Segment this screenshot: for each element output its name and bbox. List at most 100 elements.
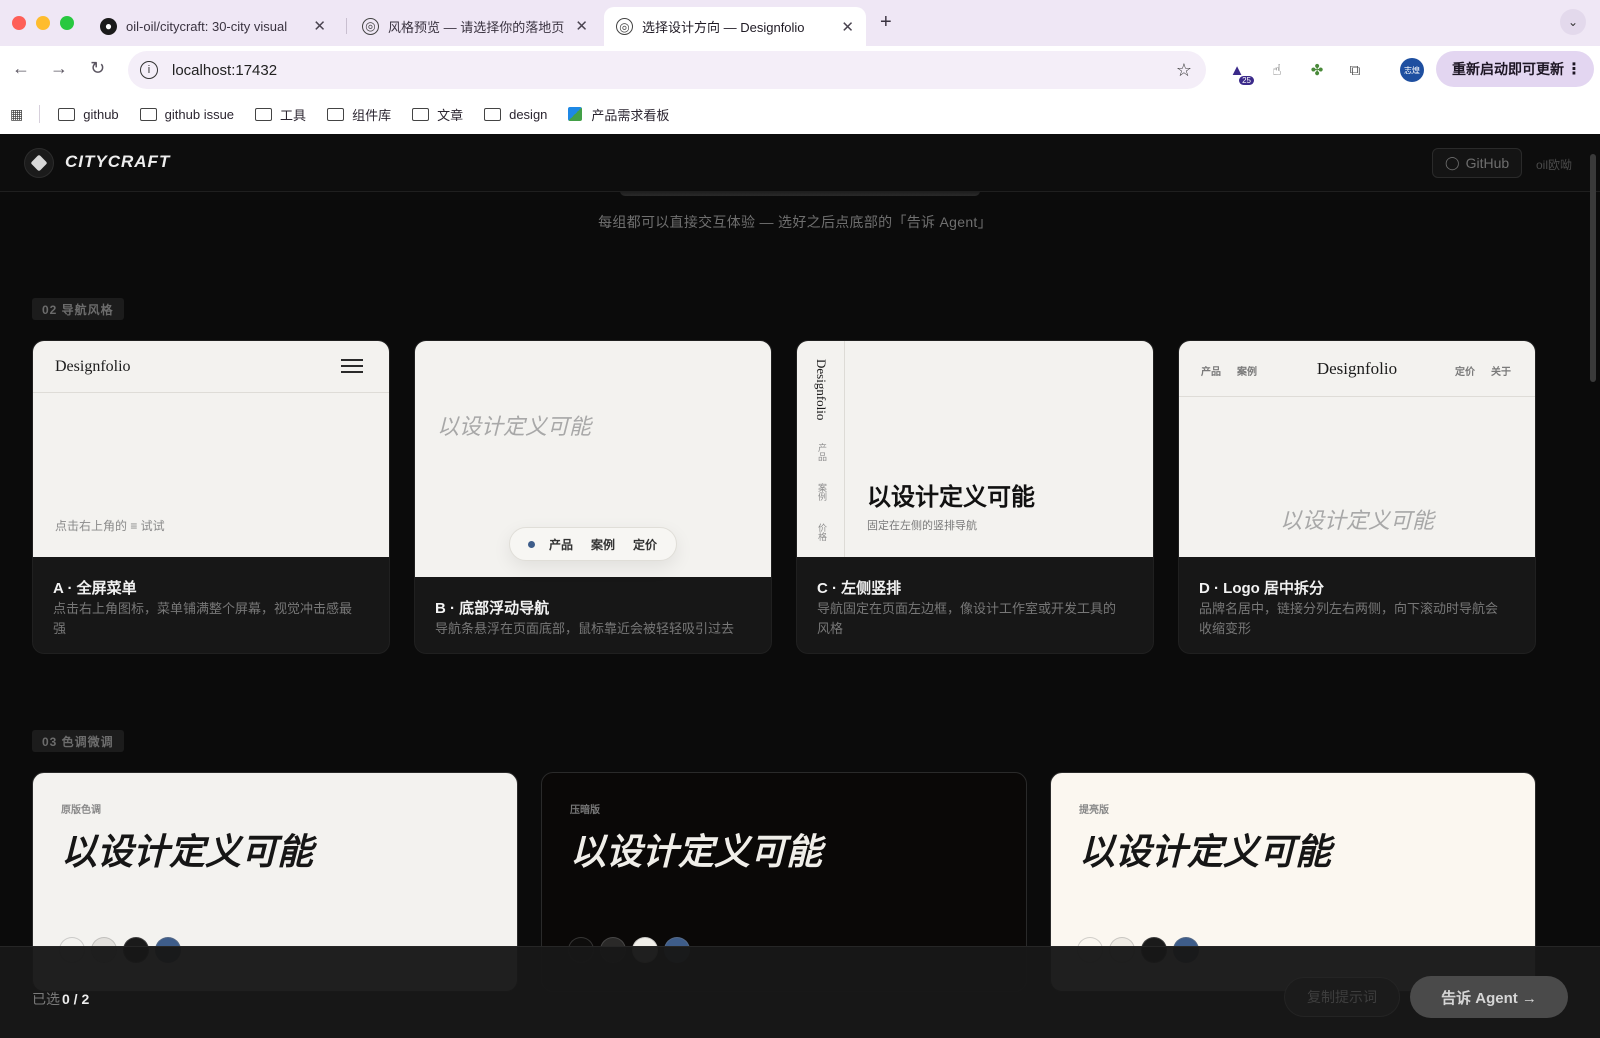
bookmark-label: 产品需求看板 bbox=[591, 107, 670, 123]
reload-icon[interactable]: ↻ bbox=[90, 58, 105, 79]
side-item-pricing[interactable]: 价格 bbox=[816, 523, 829, 541]
extensions-puzzle-icon[interactable]: ⧉ bbox=[1344, 59, 1366, 81]
copy-prompt-button[interactable]: 复制提示词 bbox=[1284, 977, 1400, 1017]
logo-cube-icon[interactable] bbox=[24, 148, 54, 178]
section-tag-tone: 03 色调微调 bbox=[32, 730, 124, 752]
side-item-cases[interactable]: 案例 bbox=[816, 483, 829, 501]
floating-nav-pill[interactable]: 产品 案例 定价 bbox=[509, 527, 677, 561]
preview-hint: 点击右上角的 ≡ 试试 bbox=[55, 519, 165, 533]
card-description: 点击右上角图标，菜单铺满整个屏幕，视觉冲击感最强 bbox=[53, 601, 353, 636]
bookmark-label: github bbox=[83, 106, 119, 122]
close-icon[interactable]: ✕ bbox=[841, 18, 854, 36]
nav-option-card-b[interactable]: 以设计定义可能 产品 案例 定价 B · 底部浮动导航 导航条悬浮在页面底部，鼠… bbox=[414, 340, 772, 654]
tab-style-preview[interactable]: ◎ 风格预览 — 请选择你的落地页 ✕ bbox=[350, 8, 600, 44]
bookmark-star-icon[interactable]: ☆ bbox=[1176, 60, 1192, 81]
bookmark-articles[interactable]: 文章 bbox=[412, 105, 463, 124]
section-tag-nav: 02 导航风格 bbox=[32, 298, 124, 320]
info-icon[interactable]: i bbox=[140, 61, 158, 79]
side-item-product[interactable]: 产品 bbox=[816, 443, 829, 461]
nav-option-card-a[interactable]: Designfolio 点击右上角的 ≡ 试试 A · 全屏菜单 点击右上角图标… bbox=[32, 340, 390, 654]
address-bar[interactable]: i localhost:17432 ☆ bbox=[128, 51, 1206, 89]
tell-agent-button[interactable]: 告诉 Agent → bbox=[1410, 976, 1568, 1018]
folder-icon bbox=[412, 107, 430, 121]
card-description: 导航固定在页面左边框，像设计工作室或开发工具的风格 bbox=[817, 601, 1117, 636]
globe-icon: ◎ bbox=[362, 17, 379, 35]
tab-designfolio[interactable]: ◎ 选择设计方向 — Designfolio ✕ bbox=[604, 7, 866, 46]
hamburger-icon[interactable] bbox=[341, 359, 363, 373]
minimize-window-icon[interactable] bbox=[36, 16, 50, 30]
site-logo[interactable]: CITYCRAFT bbox=[65, 152, 170, 172]
card-title: B · 底部浮动导航 bbox=[435, 600, 550, 617]
pill-item-product[interactable]: 产品 bbox=[549, 536, 573, 553]
card-preview[interactable]: 产品 案例 Designfolio 定价 关于 以设计定义可能 bbox=[1179, 341, 1535, 557]
card-preview[interactable]: 以设计定义可能 产品 案例 定价 bbox=[415, 341, 771, 577]
card-description: 品牌名居中，链接分列左右两侧，向下滚动时导航会收缩变形 bbox=[1199, 601, 1499, 636]
link-pricing[interactable]: 定价 bbox=[1455, 363, 1475, 378]
bookmark-components[interactable]: 组件库 bbox=[327, 105, 391, 124]
new-tab-icon[interactable]: + bbox=[880, 11, 892, 34]
tab-bar: ● oil-oil/citycraft: 30-city visual ✕ ◎ … bbox=[0, 0, 1600, 46]
preview-slogan: 以设计定义可能 bbox=[1279, 508, 1434, 533]
close-icon[interactable]: ✕ bbox=[575, 17, 588, 35]
tone-label: 压暗版 bbox=[570, 805, 600, 816]
nav-option-card-c[interactable]: Designfolio 产品 案例 价格 以设计定义可能 固定在左侧的竖排导航 … bbox=[796, 340, 1154, 654]
nav-option-card-d[interactable]: 产品 案例 Designfolio 定价 关于 以设计定义可能 D · Logo… bbox=[1178, 340, 1536, 654]
back-icon[interactable]: ← bbox=[12, 58, 30, 79]
selection-count: 已选 0 / 2 bbox=[32, 989, 89, 1009]
avatar[interactable]: 志煌 bbox=[1400, 58, 1424, 82]
preview-brand: Designfolio bbox=[814, 359, 829, 421]
tone-slogan: 以设计定义可能 bbox=[1079, 832, 1332, 872]
scrollbar-thumb[interactable] bbox=[1590, 154, 1596, 382]
browser-chrome: ● oil-oil/citycraft: 30-city visual ✕ ◎ … bbox=[0, 0, 1600, 134]
bookmark-tools[interactable]: 工具 bbox=[255, 105, 306, 124]
github-label: GitHub bbox=[1465, 155, 1510, 171]
card-preview[interactable]: Designfolio 点击右上角的 ≡ 试试 bbox=[33, 341, 389, 557]
tone-slogan: 以设计定义可能 bbox=[570, 832, 823, 872]
card-title: A · 全屏菜单 bbox=[53, 580, 137, 597]
tab-github[interactable]: ● oil-oil/citycraft: 30-city visual ✕ bbox=[88, 8, 338, 44]
extension-hat-icon[interactable]: ▲ 25 bbox=[1226, 59, 1254, 85]
preview-brand: Designfolio bbox=[55, 358, 131, 375]
more-icon[interactable]: ⋮ bbox=[1566, 59, 1582, 79]
author-name: oil欧呦 bbox=[1536, 158, 1573, 172]
tab-label: 风格预览 — 请选择你的落地页 bbox=[388, 19, 565, 35]
pill-item-pricing[interactable]: 定价 bbox=[633, 536, 657, 553]
forward-icon[interactable]: → bbox=[50, 58, 68, 79]
url-text[interactable]: localhost:17432 bbox=[172, 62, 277, 79]
card-title: C · 左侧竖排 bbox=[817, 580, 902, 597]
kanban-icon bbox=[568, 107, 583, 121]
folder-icon bbox=[484, 107, 502, 121]
github-button[interactable]: ◯ GitHub bbox=[1432, 148, 1523, 178]
chevron-down-icon[interactable]: ⌄ bbox=[1560, 9, 1586, 35]
extension-hand-icon[interactable]: ☝ bbox=[1266, 59, 1288, 81]
bookmark-design[interactable]: design bbox=[484, 107, 547, 122]
bookmark-label: 工具 bbox=[280, 107, 307, 123]
vertical-sidebar: Designfolio 产品 案例 价格 bbox=[797, 341, 845, 557]
selection-value: 0 / 2 bbox=[62, 991, 90, 1007]
preview-slogan: 以设计定义可能 bbox=[867, 485, 1035, 511]
preview-slogan: 以设计定义可能 bbox=[437, 414, 592, 439]
pill-item-cases[interactable]: 案例 bbox=[591, 536, 615, 553]
page-viewport: CITYCRAFT ◯ GitHub oil欧呦 每组都可以直接交互体验 — 选… bbox=[0, 134, 1600, 1038]
bookmark-label: design bbox=[509, 106, 548, 122]
update-button[interactable]: 重新启动即可更新 ⋮ bbox=[1436, 51, 1594, 87]
bookmark-kanban[interactable]: 产品需求看板 bbox=[568, 105, 669, 124]
bookmark-label: github issue bbox=[164, 106, 235, 122]
card-preview[interactable]: Designfolio 产品 案例 价格 以设计定义可能 固定在左侧的竖排导航 bbox=[797, 341, 1153, 557]
close-window-icon[interactable] bbox=[12, 16, 26, 30]
link-about[interactable]: 关于 bbox=[1491, 363, 1511, 378]
hero-subtitle: 每组都可以直接交互体验 — 选好之后点底部的「告诉 Agent」 bbox=[598, 214, 992, 230]
tab-label: 选择设计方向 — Designfolio bbox=[642, 20, 805, 35]
tab-label: oil-oil/citycraft: 30-city visual bbox=[126, 18, 288, 34]
bookmarks-bar: ▦ github github issue 工具 组件库 文章 design 产… bbox=[0, 94, 1600, 134]
apps-grid-icon[interactable]: ▦ bbox=[10, 106, 23, 123]
bookmark-github-issue[interactable]: github issue bbox=[139, 106, 235, 122]
maximize-window-icon[interactable] bbox=[60, 16, 74, 30]
tone-label: 原版色调 bbox=[61, 805, 101, 816]
bookmark-github[interactable]: github bbox=[58, 106, 119, 122]
github-icon: ◯ bbox=[1445, 155, 1460, 170]
close-icon[interactable]: ✕ bbox=[313, 17, 326, 35]
extension-molecule-icon[interactable]: ✤ bbox=[1306, 59, 1328, 81]
active-dot-icon bbox=[528, 540, 535, 548]
preview-subtitle: 固定在左侧的竖排导航 bbox=[867, 520, 977, 532]
